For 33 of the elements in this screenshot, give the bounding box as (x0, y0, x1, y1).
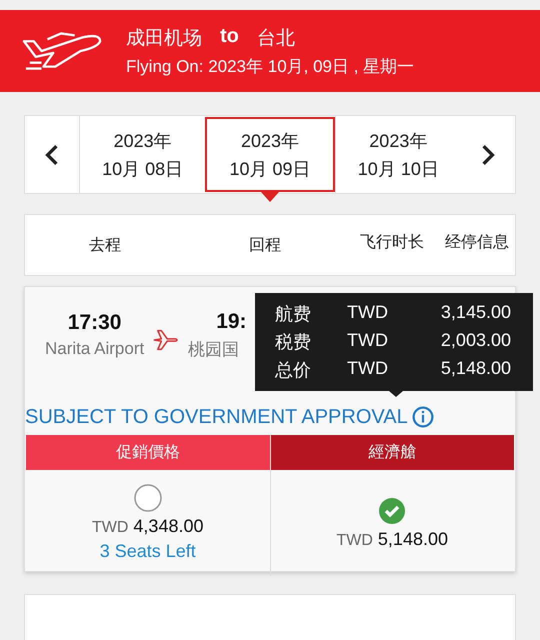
info-icon[interactable] (412, 406, 434, 428)
tooltip-currency: TWD (347, 302, 389, 324)
departure-airport: Narita Airport (45, 339, 144, 359)
fare-class-header: 促銷價格 (26, 435, 270, 470)
selection-pointer-icon (260, 192, 279, 202)
tooltip-label: 总价 (275, 359, 312, 382)
destination-city: 台北 (256, 26, 295, 50)
arrival-airport: 桃园国 (188, 338, 240, 360)
tooltip-label: 航费 (275, 303, 312, 326)
origin-city: 成田机场 (126, 26, 202, 50)
column-heading: 回程 (248, 234, 282, 256)
radio-button[interactable] (134, 484, 162, 512)
arrival-time: 19: (216, 310, 247, 334)
tooltip-currency: TWD (347, 330, 389, 352)
tooltip-currency: TWD (347, 358, 389, 380)
fare-price: TWD 4,348.00 (92, 516, 204, 537)
check-icon[interactable] (378, 496, 406, 524)
seats-left: 3 Seats Left (100, 541, 196, 562)
chevron-right-icon (480, 144, 495, 166)
column-heading: 经停信息 (444, 232, 510, 252)
fare-class-header: 經濟艙 (270, 435, 514, 470)
column-heading: 去程 (88, 234, 122, 256)
to-word: to (220, 24, 239, 48)
departure-time: 17:30 (68, 311, 122, 335)
tooltip-label: 税费 (275, 331, 312, 354)
column-heading: 飞行时长 (359, 232, 425, 252)
tooltip-amount: 5,148.00 (440, 358, 511, 380)
approval-notice: SUBJECT TO GOVERNMENT APPROVAL (25, 406, 408, 429)
chevron-left-icon (45, 144, 59, 166)
fare-price: TWD 5,148.00 (336, 528, 448, 550)
tooltip-amount: 3,145.00 (440, 302, 511, 324)
flying-on-date: Flying On: 2023年 10月, 09日 , 星期一 (126, 56, 414, 78)
tooltip-amount: 2,003.00 (440, 330, 511, 352)
